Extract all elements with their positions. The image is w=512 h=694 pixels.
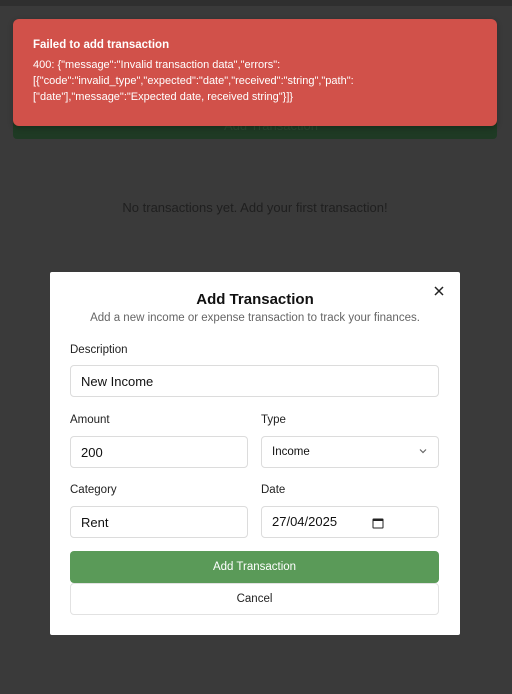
- toast-message: 400: {"message":"Invalid transaction dat…: [33, 59, 354, 103]
- date-input-value: 27/04/2025: [272, 514, 338, 529]
- category-input[interactable]: [70, 506, 248, 538]
- top-bar: [0, 0, 512, 6]
- type-select[interactable]: Income: [261, 436, 439, 468]
- chevron-down-icon: [419, 449, 427, 454]
- date-input[interactable]: 27/04/2025: [261, 506, 439, 538]
- category-label: Category: [70, 484, 117, 496]
- date-label: Date: [261, 484, 286, 496]
- calendar-icon[interactable]: [372, 517, 384, 529]
- dialog-title: Add Transaction: [196, 291, 314, 308]
- dialog-subtitle: Add a new income or expense transaction …: [90, 312, 420, 324]
- add-transaction-button[interactable]: Add Transaction: [70, 551, 439, 583]
- cancel-button[interactable]: Cancel: [70, 583, 439, 615]
- error-toast: Failed to add transaction 400: {"message…: [13, 19, 497, 126]
- amount-input[interactable]: [70, 436, 248, 468]
- empty-state-message: No transactions yet. Add your first tran…: [122, 200, 388, 215]
- description-label: Description: [70, 344, 128, 356]
- type-label: Type: [261, 414, 286, 426]
- description-input[interactable]: [70, 365, 439, 397]
- add-transaction-dialog: Add Transaction Add a new income or expe…: [50, 272, 460, 635]
- type-select-value: Income: [272, 446, 310, 458]
- toast-title: Failed to add transaction: [33, 39, 170, 51]
- amount-label: Amount: [70, 414, 110, 426]
